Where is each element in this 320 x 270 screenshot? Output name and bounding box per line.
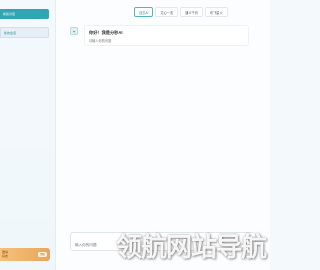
new-chat-button[interactable]: 新建对话 <box>0 9 49 19</box>
tab-model-4[interactable]: 讯飞星火 <box>204 7 228 17</box>
message-title: 你好！我是分秒AI <box>89 30 123 35</box>
bot-icon: ✦ <box>70 27 78 35</box>
sidebar: 新建对话 新的会话 邀请 好友 领取 <box>0 0 56 270</box>
promo-text: 邀请 好友 <box>2 250 9 258</box>
promo-banner[interactable]: 邀请 好友 领取 <box>0 248 50 261</box>
message-subtitle: 请输入你的问题 <box>89 39 112 43</box>
tab-model-2[interactable]: 文心一言 <box>155 7 179 17</box>
model-tabs: 创意AI 文心一言 通义千问 讯飞星火 <box>134 7 228 17</box>
promo-button[interactable]: 领取 <box>38 252 47 257</box>
watermark-text: 领航网站导航 <box>115 232 267 262</box>
tab-model-3[interactable]: 通义千问 <box>180 7 203 17</box>
conversation-item[interactable]: 新的会话 <box>0 27 49 38</box>
assistant-message: 你好！我是分秒AI 请输入你的问题 <box>84 25 249 46</box>
promo-line-2: 好友 <box>2 253 9 258</box>
tab-model-1[interactable]: 创意AI <box>134 7 154 17</box>
